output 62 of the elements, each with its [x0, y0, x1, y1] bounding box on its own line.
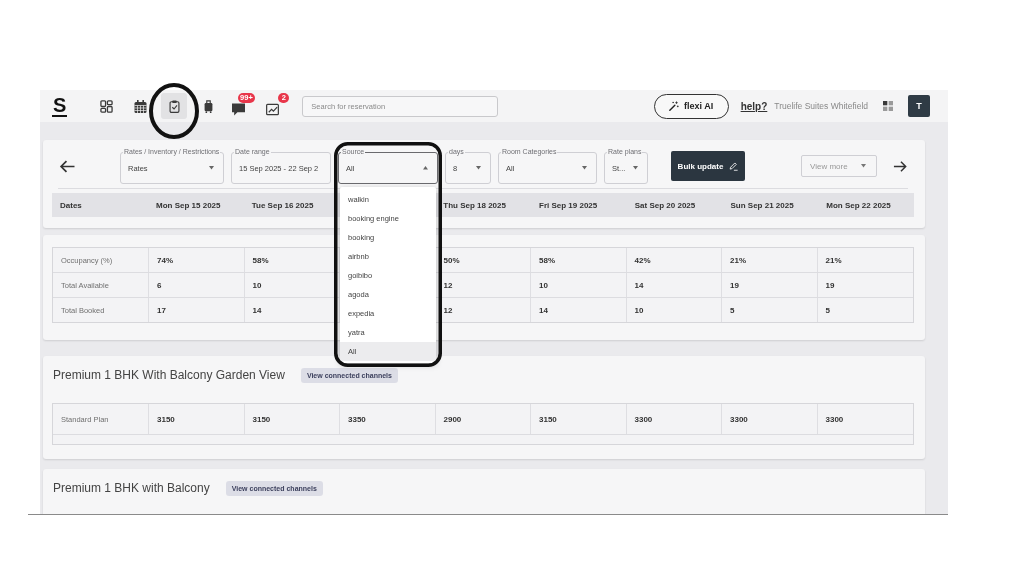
column-header: Dates	[59, 200, 83, 210]
table-cell: 58%	[531, 248, 627, 272]
table-cell: 17	[149, 298, 245, 322]
grid-icon[interactable]	[883, 101, 893, 111]
table-cell: 12	[435, 298, 531, 322]
magic-wand-icon	[669, 101, 680, 111]
dashboard-icon	[99, 99, 113, 113]
table-cell: 21%	[722, 248, 818, 272]
table-cell: 10	[531, 273, 627, 297]
table-cell-text: 21%	[824, 254, 843, 267]
table-cell: 74%	[149, 248, 245, 272]
caret-icon	[861, 164, 866, 168]
table-cell: 12	[435, 273, 531, 297]
left-arrow-icon[interactable]	[58, 158, 76, 174]
table-cell-text: 5	[824, 304, 831, 317]
table-cell: 3300	[722, 404, 818, 434]
table-cell: 19	[722, 273, 818, 297]
avatar[interactable]: T	[908, 95, 930, 117]
caret-icon	[582, 166, 587, 170]
caret-icon	[209, 166, 214, 170]
right-arrow-icon[interactable]	[893, 158, 908, 174]
table-cell: 6	[149, 273, 245, 297]
column-header: Thu Sep 18 2025	[442, 200, 507, 210]
table-cell: 3150	[244, 404, 340, 434]
pencil-icon	[729, 161, 739, 171]
app-logo[interactable]: S	[52, 95, 68, 117]
bulk-update-button[interactable]: Bulk update	[671, 151, 745, 181]
table-cell: 3300	[626, 404, 722, 434]
table-cell: 14	[531, 298, 627, 322]
table-cell: 3350	[340, 404, 436, 434]
column-header: Sat Sep 20 2025	[633, 200, 697, 210]
column-header: Mon Sep 22 2025	[825, 200, 892, 210]
table-cell: 10	[244, 273, 340, 297]
column-header: Mon Sep 15 2025	[155, 200, 222, 210]
column-header: Tue Sep 16 2025	[250, 200, 315, 210]
table-cell: 50%	[435, 248, 531, 272]
chat-bubble-icon	[232, 103, 246, 116]
caret-icon	[423, 166, 428, 170]
table-cell: 42%	[626, 248, 722, 272]
caret-icon	[633, 166, 638, 170]
room-title: Premium 1 BHK with Balcony	[53, 481, 210, 496]
table-cell: 14	[626, 273, 722, 297]
chart-icon	[266, 103, 280, 116]
table-cell: 3150	[149, 404, 245, 434]
table-cell: 3150	[531, 404, 627, 434]
column-header: Sun Sep 21 2025	[729, 200, 795, 210]
table-cell: 5	[722, 298, 818, 322]
room-title: Premium 1 BHK With Balcony Garden View	[53, 368, 285, 383]
property-name: Truelife Suites Whitefield	[774, 101, 868, 111]
table-cell: 2900	[435, 404, 531, 434]
calendar-icon	[133, 99, 147, 113]
table-cell-text: 19	[824, 279, 836, 292]
caret-icon	[476, 166, 481, 170]
flexi-ai-button[interactable]: flexi AI	[653, 93, 729, 119]
table-cell: 58%	[244, 248, 340, 272]
toolbar-button[interactable]	[161, 93, 188, 119]
table-cell: 14	[244, 298, 340, 322]
help-link[interactable]: help?	[740, 100, 768, 112]
column-header: Fri Sep 19 2025	[538, 200, 599, 210]
clipboard-check-icon	[167, 99, 181, 113]
table-cell-text: 3300	[824, 413, 845, 426]
table-cell: 10	[626, 298, 722, 322]
